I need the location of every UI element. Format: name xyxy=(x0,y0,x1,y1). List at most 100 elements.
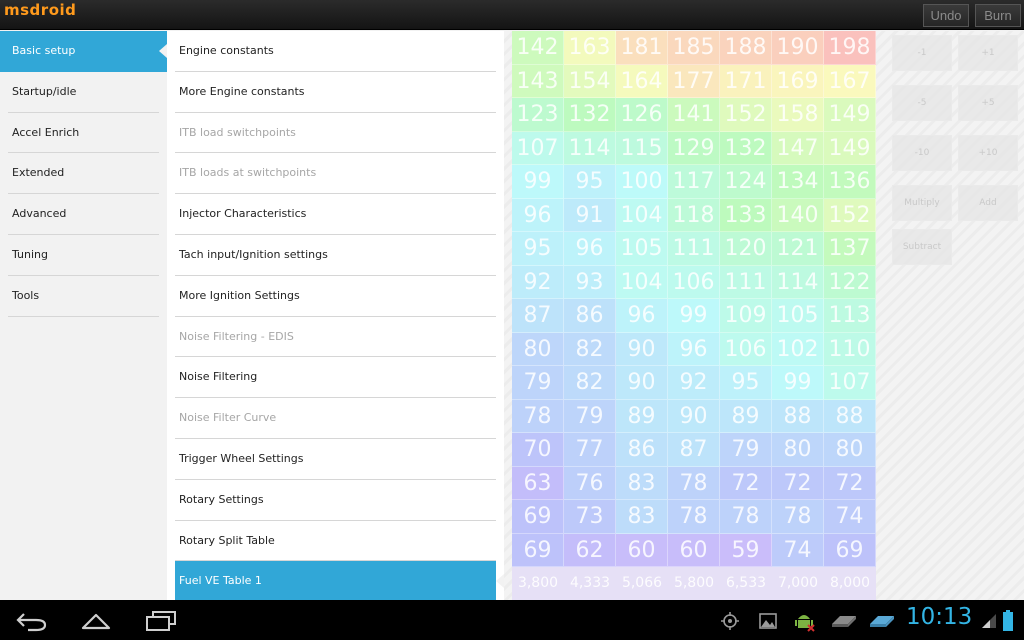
ve-table-cell[interactable]: 92 xyxy=(512,265,564,299)
ve-table-cell[interactable]: 132 xyxy=(564,98,616,132)
ve-table-cell[interactable]: 92 xyxy=(668,366,720,400)
ve-table-cell[interactable]: 137 xyxy=(824,232,876,266)
ve-table-cell[interactable]: 79 xyxy=(720,433,772,467)
ve-table-cell[interactable]: 89 xyxy=(720,399,772,433)
ve-table-cell[interactable]: 177 xyxy=(668,64,720,98)
ve-table-cell[interactable]: 152 xyxy=(824,198,876,232)
ve-table-cell[interactable]: 167 xyxy=(824,64,876,98)
ve-table-cell[interactable]: 60 xyxy=(616,533,668,567)
back-icon[interactable] xyxy=(16,610,48,632)
ve-table-cell[interactable]: 73 xyxy=(564,500,616,534)
minus-10-button[interactable]: -10 xyxy=(892,135,952,171)
ve-table-cell[interactable]: 171 xyxy=(720,64,772,98)
ve-table-cell[interactable]: 142 xyxy=(512,31,564,65)
ve-table-cell[interactable]: 100 xyxy=(616,165,668,199)
ve-table-cell[interactable]: 118 xyxy=(668,198,720,232)
ve-table-cell[interactable]: 154 xyxy=(564,64,616,98)
ve-table-cell[interactable]: 124 xyxy=(720,165,772,199)
category-item-extended[interactable]: Extended xyxy=(8,153,159,195)
ve-table-cell[interactable]: 79 xyxy=(564,399,616,433)
ve-table-cell[interactable]: 87 xyxy=(668,433,720,467)
ve-table-cell[interactable]: 120 xyxy=(720,232,772,266)
ve-table-cell[interactable]: 79 xyxy=(512,366,564,400)
ve-table-cell[interactable]: 188 xyxy=(720,31,772,65)
plus-1-button[interactable]: +1 xyxy=(958,35,1018,71)
settings-item-fuel-ve-table-1[interactable]: Fuel VE Table 1 xyxy=(175,561,504,600)
ve-table-cell[interactable]: 96 xyxy=(512,198,564,232)
ve-table-cell[interactable]: 104 xyxy=(616,265,668,299)
ve-table-cell[interactable]: 141 xyxy=(668,98,720,132)
ve-table-cell[interactable]: 86 xyxy=(616,433,668,467)
ve-table-cell[interactable]: 143 xyxy=(512,64,564,98)
ve-table-cell[interactable]: 60 xyxy=(668,533,720,567)
ve-table-cell[interactable]: 106 xyxy=(720,332,772,366)
ve-table-cell[interactable]: 133 xyxy=(720,198,772,232)
ve-table-cell[interactable]: 169 xyxy=(772,64,824,98)
ve-table-cell[interactable]: 158 xyxy=(772,98,824,132)
ve-table-cell[interactable]: 70 xyxy=(512,433,564,467)
ve-table-cell[interactable]: 114 xyxy=(772,265,824,299)
ve-table-cell[interactable]: 111 xyxy=(720,265,772,299)
settings-item-injector-characteristics[interactable]: Injector Characteristics xyxy=(175,194,496,235)
ve-table-cell[interactable]: 90 xyxy=(668,399,720,433)
ve-table-cell[interactable]: 109 xyxy=(720,299,772,333)
ve-table-cell[interactable]: 82 xyxy=(564,332,616,366)
ve-table-cell[interactable]: 99 xyxy=(668,299,720,333)
add-button[interactable]: Add xyxy=(958,185,1018,221)
multiply-button[interactable]: Multiply xyxy=(892,185,952,221)
ve-table-cell[interactable]: 91 xyxy=(564,198,616,232)
ve-table-cell[interactable]: 149 xyxy=(824,98,876,132)
ve-table-cell[interactable]: 95 xyxy=(720,366,772,400)
ve-table-cell[interactable]: 74 xyxy=(824,500,876,534)
ve-table-cell[interactable]: 140 xyxy=(772,198,824,232)
settings-item-tach-input-ignition[interactable]: Tach input/Ignition settings xyxy=(175,235,496,276)
ve-table-cell[interactable]: 110 xyxy=(824,332,876,366)
ve-table-cell[interactable]: 83 xyxy=(616,500,668,534)
ve-table-cell[interactable]: 78 xyxy=(668,466,720,500)
ve-table-cell[interactable]: 136 xyxy=(824,165,876,199)
ve-table-cell[interactable]: 78 xyxy=(512,399,564,433)
ve-table-cell[interactable]: 121 xyxy=(772,232,824,266)
home-icon[interactable] xyxy=(80,610,112,632)
ve-table-cell[interactable]: 78 xyxy=(720,500,772,534)
ve-table-cell[interactable]: 80 xyxy=(824,433,876,467)
ve-table-cell[interactable]: 104 xyxy=(616,198,668,232)
ve-table-cell[interactable]: 72 xyxy=(824,466,876,500)
category-item-accel-enrich[interactable]: Accel Enrich xyxy=(8,113,159,154)
undo-button[interactable]: Undo xyxy=(923,4,969,27)
ve-table-cell[interactable]: 105 xyxy=(616,232,668,266)
category-item-basic-setup[interactable]: Basic setup xyxy=(0,31,167,72)
ve-table-cell[interactable]: 90 xyxy=(616,332,668,366)
settings-item-more-ignition-settings[interactable]: More Ignition Settings xyxy=(175,276,496,317)
ve-table-cell[interactable]: 69 xyxy=(512,533,564,567)
ve-table-cell[interactable]: 74 xyxy=(772,533,824,567)
ve-table-cell[interactable]: 147 xyxy=(772,131,824,165)
ve-table-cell[interactable]: 95 xyxy=(564,165,616,199)
plus-5-button[interactable]: +5 xyxy=(958,85,1018,121)
ve-table-cell[interactable]: 90 xyxy=(616,366,668,400)
settings-item-rotary-settings[interactable]: Rotary Settings xyxy=(175,480,496,521)
ve-table-cell[interactable]: 164 xyxy=(616,64,668,98)
ve-table-cell[interactable]: 62 xyxy=(564,533,616,567)
ve-table-cell[interactable]: 93 xyxy=(564,265,616,299)
ve-table-cell[interactable]: 99 xyxy=(772,366,824,400)
ve-table-cell[interactable]: 96 xyxy=(668,332,720,366)
ve-table-cell[interactable]: 83 xyxy=(616,466,668,500)
ve-table-cell[interactable]: 163 xyxy=(564,31,616,65)
ve-table-cell[interactable]: 76 xyxy=(564,466,616,500)
ve-table-cell[interactable]: 115 xyxy=(616,131,668,165)
ve-table-cell[interactable]: 123 xyxy=(512,98,564,132)
ve-table-cell[interactable]: 126 xyxy=(616,98,668,132)
ve-table-cell[interactable]: 88 xyxy=(772,399,824,433)
settings-item-rotary-split-table[interactable]: Rotary Split Table xyxy=(175,521,496,562)
ve-table-cell[interactable]: 77 xyxy=(564,433,616,467)
ve-table-cell[interactable]: 152 xyxy=(720,98,772,132)
ve-table-cell[interactable]: 132 xyxy=(720,131,772,165)
ve-table-cell[interactable]: 129 xyxy=(668,131,720,165)
subtract-button[interactable]: Subtract xyxy=(892,229,952,265)
ve-table-cell[interactable]: 82 xyxy=(564,366,616,400)
recent-apps-icon[interactable] xyxy=(144,610,178,632)
ve-table-cell[interactable]: 72 xyxy=(720,466,772,500)
ve-table-cell[interactable]: 59 xyxy=(720,533,772,567)
ve-table-cell[interactable]: 190 xyxy=(772,31,824,65)
